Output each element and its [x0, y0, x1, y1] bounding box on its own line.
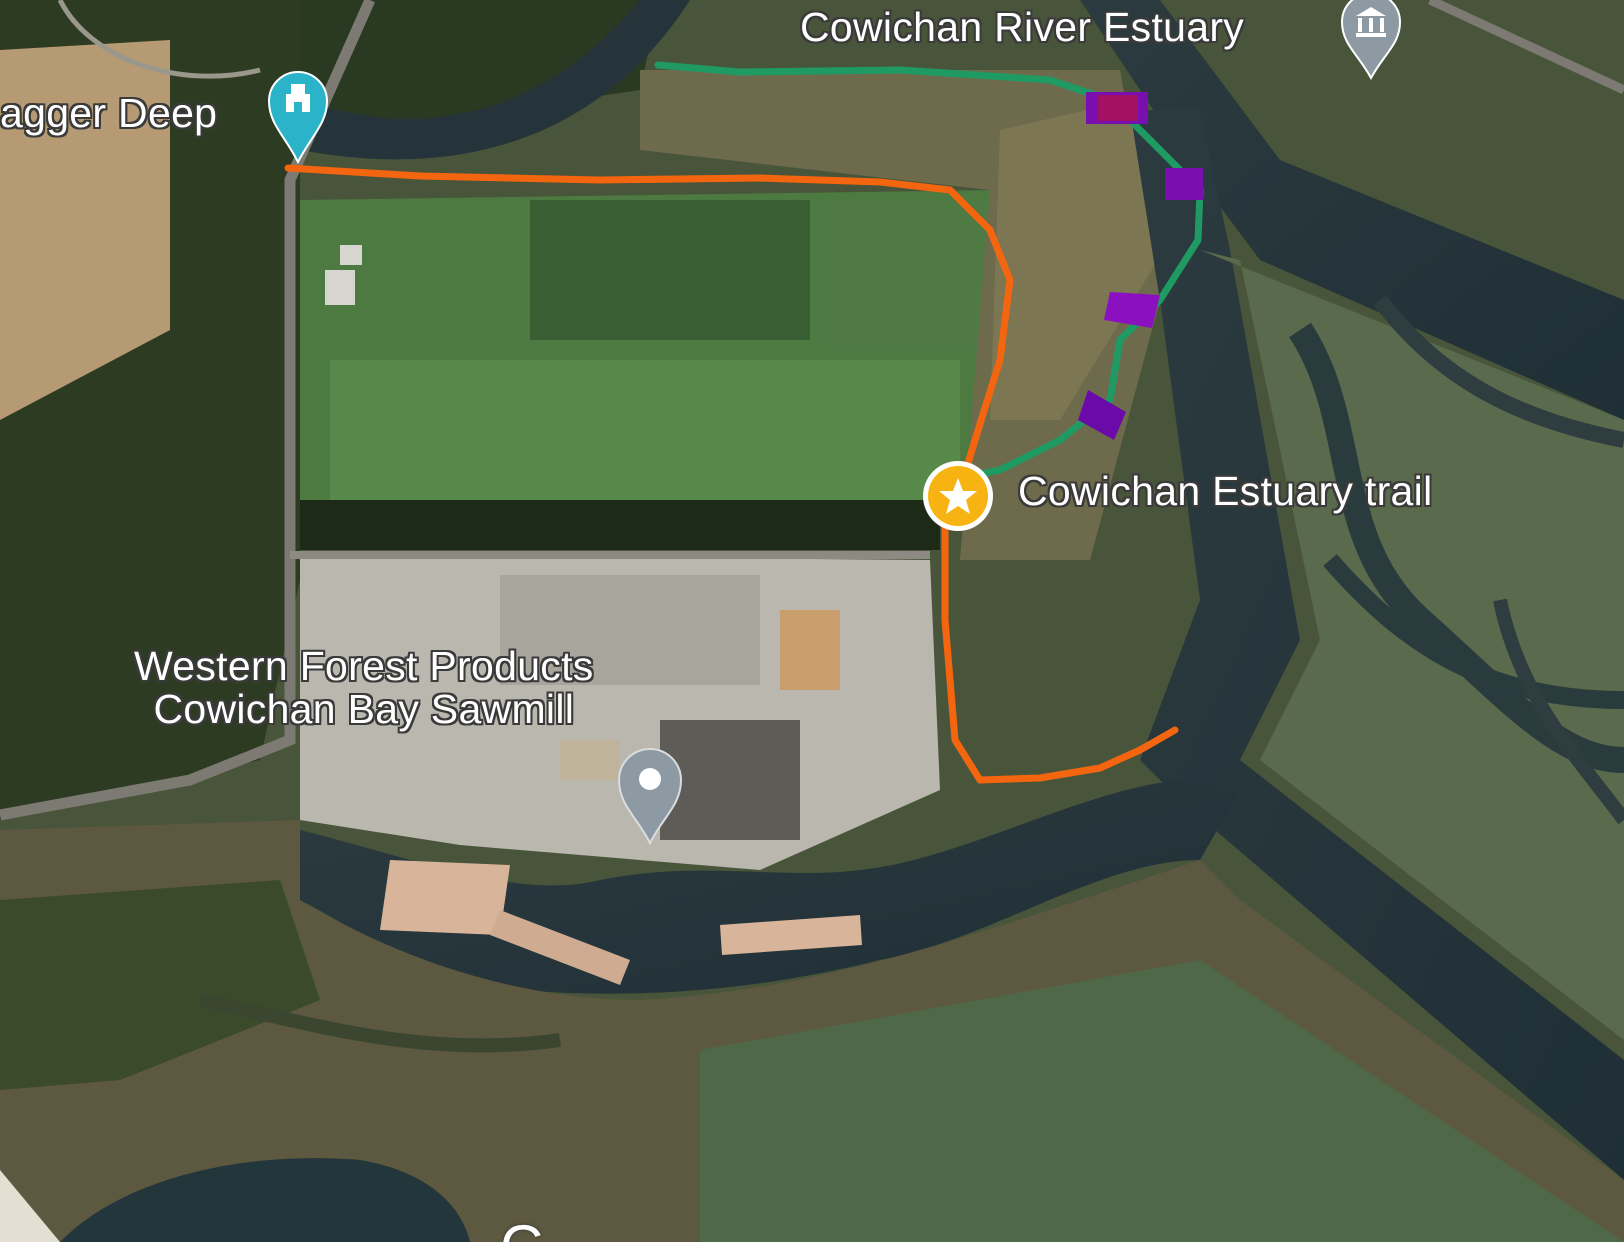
map-view[interactable]: agger Deep Cowichan River Estuary Cowich… — [0, 0, 1624, 1242]
closure-segment — [1165, 168, 1203, 200]
museum-pin-icon[interactable] — [1338, 0, 1404, 80]
place-label-dagger-deep[interactable]: agger Deep — [0, 91, 217, 135]
trail-star-marker-icon[interactable] — [920, 458, 996, 534]
sawmill-label-line1: Western Forest Products — [134, 643, 594, 689]
place-label-partial-bottom: C — [500, 1212, 543, 1242]
sawmill-label-line2: Cowichan Bay Sawmill — [153, 686, 575, 733]
satellite-imagery — [0, 0, 1624, 1242]
place-label-cowichan-river-estuary[interactable]: Cowichan River Estuary — [800, 5, 1244, 49]
place-label-cowichan-estuary-trail[interactable]: Cowichan Estuary trail — [1018, 469, 1432, 513]
place-pin-icon[interactable] — [615, 745, 685, 845]
historic-site-pin-icon[interactable] — [265, 68, 331, 164]
place-label-sawmill[interactable]: Western Forest Products Cowichan Bay Saw… — [134, 643, 594, 733]
